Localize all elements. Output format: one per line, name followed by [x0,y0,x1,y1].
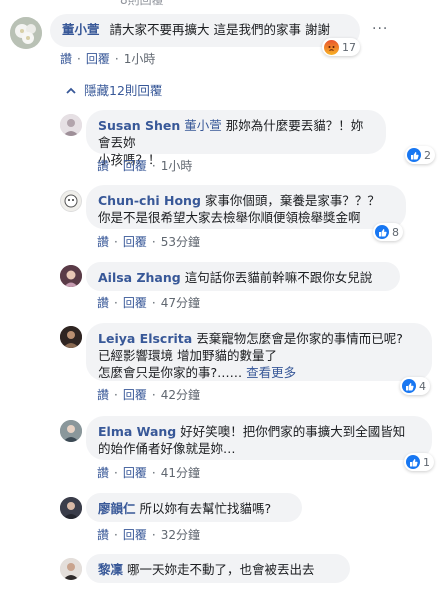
reply-time[interactable]: 47分鐘 [161,294,200,311]
avatar-image [60,326,82,348]
like-icon [406,455,420,469]
reply-text: 你是不是很希望大家去檢舉你順便領檢舉獎金啊 [98,210,361,225]
reaction-count: 2 [424,148,431,162]
comment-text: 請大家不要再擴大 這是我們的家事 謝謝 [109,22,330,37]
reaction-summary[interactable]: 4 [400,377,430,395]
reply-actions: 讚 · 回覆 · 47分鐘 [97,294,200,311]
previous-replies-count[interactable]: 8則回覆 [120,0,164,8]
like-link[interactable]: 讚 [97,157,109,174]
like-icon [407,148,421,162]
reply-bubble: 黎凜 哪一天妳走不動了，也會被丟出去 [86,554,350,583]
reaction-count: 1 [423,455,430,469]
avatar[interactable] [60,497,82,519]
reply-link[interactable]: 回覆 [123,526,147,543]
reaction-summary[interactable]: 8 [373,223,403,241]
comment-actions: 讚 · 回覆 · 1小時 [60,50,156,67]
hide-replies-label: 隱藏12則回覆 [84,83,163,98]
reply-link[interactable]: 回覆 [123,157,147,174]
reply-actions: 讚 · 回覆 · 53分鐘 [97,233,200,250]
reply-text: 的始作俑者好像就是妳… [98,441,236,456]
reply-link[interactable]: 回覆 [123,294,147,311]
like-link[interactable]: 讚 [60,50,72,67]
comment-time[interactable]: 1小時 [124,50,156,67]
reply-text: 怎麼會只是你家的事?…… [98,365,243,380]
reply-text: 丟棄寵物怎麼會是你家的事情而已呢? [196,331,403,346]
reaction-summary[interactable]: 17 [322,38,360,56]
reply-bubble: Elma Wang 好好笑噢！把你們家的事擴大到全國皆知 的始作俑者好像就是妳… [86,416,432,460]
like-icon [402,379,416,393]
reply-author[interactable]: Chun-chi Hong [98,193,201,208]
angry-icon [324,39,339,55]
like-link[interactable]: 讚 [97,294,109,311]
avatar-image [60,558,82,580]
reaction-summary[interactable]: 1 [404,453,434,471]
avatar-flowers-image [10,17,42,49]
reply-text: 這句話你丟貓前幹嘛不跟你女兒說 [184,270,373,285]
like-link[interactable]: 讚 [97,526,109,543]
reply-author[interactable]: 黎凜 [98,562,123,577]
reply-time[interactable]: 32分鐘 [161,526,200,543]
reply-time[interactable]: 41分鐘 [161,464,200,481]
like-link[interactable]: 讚 [97,386,109,403]
hide-replies-link[interactable]: 隱藏12則回覆 [66,80,162,99]
reply-time[interactable]: 53分鐘 [161,233,200,250]
reply-text: 哪一天妳走不動了，也會被丟出去 [127,562,315,577]
like-link[interactable]: 讚 [97,464,109,481]
reply-bubble: Ailsa Zhang 這句話你丟貓前幹嘛不跟你女兒說 [86,262,400,291]
reaction-count: 17 [342,40,356,54]
reaction-count: 4 [419,379,426,393]
reply-link[interactable]: 回覆 [123,233,147,250]
avatar[interactable] [60,265,82,287]
avatar[interactable] [10,17,42,49]
avatar[interactable] [60,326,82,348]
avatar[interactable] [60,558,82,580]
reply-text: 好好笑噢！把你們家的事擴大到全國皆知 [180,424,406,439]
reply-author[interactable]: Susan Shen [98,118,180,133]
reply-author[interactable]: 廖韻仁 [98,501,136,516]
reply-bubble: 廖韻仁 所以妳有去幫忙找貓嗎? [86,493,302,522]
like-icon [375,225,389,239]
chevron-up-icon [66,82,76,97]
reply-text: 所以妳有去幫忙找貓嗎? [139,501,272,516]
see-more-link[interactable]: 查看更多 [246,365,296,380]
reply-mention[interactable]: 董小萱 [184,118,222,133]
reply-time[interactable]: 42分鐘 [161,386,200,403]
avatar[interactable] [60,190,82,212]
reply-author[interactable]: Leiya Elscrita [98,331,192,346]
reply-text: 已經影響環境 增加野貓的數量了 [98,348,277,363]
reply-bubble: Susan Shen 董小萱 那妳為什麼要丟貓？！妳會丟妳 小孩嗎？！ [86,110,386,167]
avatar-image [60,420,82,442]
reply-actions: 讚 · 回覆 · 41分鐘 [97,464,200,481]
avatar[interactable] [60,420,82,442]
like-link[interactable]: 讚 [97,233,109,250]
avatar-image [64,194,78,208]
reply-link[interactable]: 回覆 [123,386,147,403]
reply-author[interactable]: Elma Wang [98,424,176,439]
comment-author[interactable]: 董小萱 [62,22,100,37]
avatar-image [60,114,82,136]
more-horizontal-icon[interactable]: ··· [372,21,388,37]
reaction-summary[interactable]: 2 [405,146,435,164]
reply-link[interactable]: 回覆 [123,464,147,481]
avatar[interactable] [60,114,82,136]
reply-time[interactable]: 1小時 [161,157,193,174]
reply-actions: 讚 · 回覆 · 1小時 [97,157,193,174]
avatar-image [60,497,82,519]
reply-link[interactable]: 回覆 [86,50,110,67]
reply-actions: 讚 · 回覆 · 42分鐘 [97,386,200,403]
avatar-image [60,265,82,287]
reply-author[interactable]: Ailsa Zhang [98,270,181,285]
reply-actions: 讚 · 回覆 · 32分鐘 [97,526,200,543]
reply-bubble: Leiya Elscrita 丟棄寵物怎麼會是你家的事情而已呢? 已經影響環境 … [86,323,432,381]
reaction-count: 8 [392,225,399,239]
reply-text: 家事你個頭，棄養是家事？？？ [204,193,380,208]
comment-bubble: 董小萱 請大家不要再擴大 這是我們的家事 謝謝 [50,14,360,47]
reply-bubble: Chun-chi Hong 家事你個頭，棄養是家事？？？ 你是不是很希望大家去檢… [86,185,406,229]
